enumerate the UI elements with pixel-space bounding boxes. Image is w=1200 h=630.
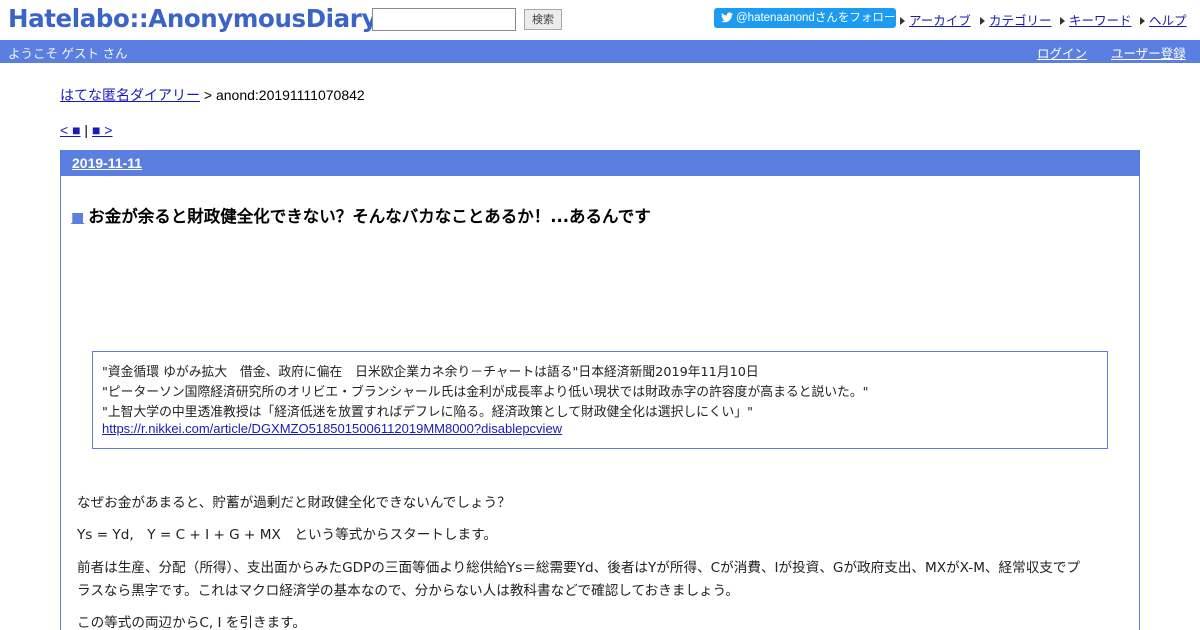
quote-line: "資金循環 ゆがみ拡大 借金、政府に偏在 日米欧企業カネ余り－チャートは語る"日… <box>102 365 759 380</box>
breadcrumb-current: anond:20191111070842 <box>215 87 365 103</box>
entry-permalink[interactable]: ■ <box>71 210 84 226</box>
nav-archive-link[interactable]: アーカイブ <box>897 10 971 29</box>
nav-category-link[interactable]: カテゴリー <box>977 10 1052 29</box>
quote-line: "上智大学の中里透准教授は「経済低迷を放置すればデフレに陥る。経済政策として財政… <box>102 405 753 420</box>
twitter-bird-icon <box>721 12 733 23</box>
breadcrumb: はてな匿名ダイアリー > anond:20191111070842 <box>60 85 365 105</box>
entry-title: ■ お金が余ると財政健全化できない？そんなバカなことあるか！...あるんです <box>71 203 651 227</box>
twitter-follow-label: @hatenaanondさんをフォロー <box>736 12 896 24</box>
nav-keyword-link[interactable]: キーワード <box>1057 10 1132 29</box>
body-paragraph: Ys = Yd, Y = C + I + G + MX という等式からスタートし… <box>77 527 497 543</box>
entry-title-text: お金が余ると財政健全化できない？そんなバカなことあるか！...あるんです <box>88 207 651 226</box>
site-logo[interactable]: Hatelabo::AnonymousDiary <box>8 4 377 33</box>
search-input[interactable] <box>372 8 516 31</box>
nav-archive-label: アーカイブ <box>909 14 971 28</box>
entry-date-link[interactable]: 2019-11-11 <box>72 155 142 171</box>
entry-date-bar: 2019-11-11 <box>61 151 1139 176</box>
body-paragraph: ラスなら黒字です。これはマクロ経済学の基本なので、分からない人は教科書などで確認… <box>77 583 740 599</box>
welcome-text: ようこそ ゲスト さん <box>8 47 128 61</box>
quote-line: "ピーターソン国際経済研究所のオリビエ・ブランシャール氏は金利が成長率より低い現… <box>102 385 869 400</box>
body-paragraph: なぜお金があまると、貯蓄が過剰だと財政健全化できないんでしょう？ <box>77 495 511 511</box>
arrow-right-icon <box>1057 17 1065 25</box>
nav-help-label: ヘルプ <box>1149 14 1187 28</box>
user-bar: ようこそ ゲスト さん ログイン ユーザー登録 <box>0 40 1200 63</box>
next-entry-link[interactable]: ■ > <box>92 122 113 138</box>
blockquote: "資金循環 ゆがみ拡大 借金、政府に偏在 日米欧企業カネ余り－チャートは語る"日… <box>92 351 1108 449</box>
twitter-follow-button[interactable]: @hatenaanondさんをフォロー <box>714 8 896 28</box>
arrow-right-icon <box>1137 17 1145 25</box>
body-paragraph: 前者は生産、分配（所得）、支出面からみたGDPの三面等価より総供給Ys＝総需要Y… <box>77 560 1081 576</box>
body-paragraph: この等式の両辺からC, I を引きます。 <box>77 615 307 630</box>
quote-source-link[interactable]: https://r.nikkei.com/article/DGXMZO51850… <box>102 421 562 436</box>
diary-entry: 2019-11-11 ■ お金が余ると財政健全化できない？そんなバカなことあるか！… <box>60 150 1140 630</box>
pager-divider: | <box>80 122 92 138</box>
entry-pager: < ■ | ■ > <box>60 122 112 138</box>
breadcrumb-home-link[interactable]: はてな匿名ダイアリー <box>60 87 200 103</box>
arrow-right-icon <box>977 17 985 25</box>
search-button[interactable]: 検索 <box>524 9 562 30</box>
nav-keyword-label: キーワード <box>1069 14 1132 28</box>
login-link[interactable]: ログイン <box>1037 43 1087 62</box>
breadcrumb-separator: > <box>200 87 216 103</box>
top-header: Hatelabo::AnonymousDiary 検索 @hatenaanond… <box>0 0 1200 40</box>
register-link[interactable]: ユーザー登録 <box>1111 43 1186 62</box>
nav-category-label: カテゴリー <box>989 14 1052 28</box>
prev-entry-link[interactable]: < ■ <box>60 122 81 138</box>
arrow-right-icon <box>897 17 905 25</box>
nav-help-link[interactable]: ヘルプ <box>1137 10 1187 29</box>
